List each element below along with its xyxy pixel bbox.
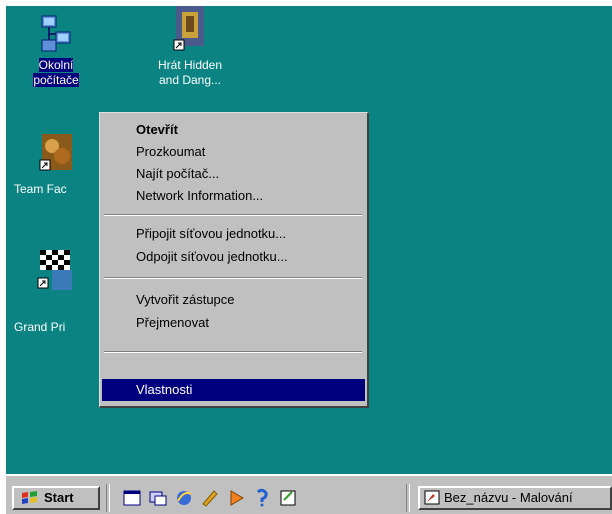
- desktop-icon-team-factory[interactable]: Team Fac: [6, 134, 106, 214]
- taskbar-button-paint[interactable]: Bez_názvu - Malování: [418, 486, 612, 510]
- desktop[interactable]: Okolní počítače Hrát Hidden and Dang...: [6, 6, 612, 474]
- menu-separator: [104, 214, 362, 216]
- start-button[interactable]: Start: [12, 486, 100, 510]
- ie-icon[interactable]: [174, 488, 194, 508]
- menu-item-create-shortcut[interactable]: Vytvořit zástupce: [102, 289, 365, 311]
- menu-item-rename[interactable]: Přejmenovat: [102, 312, 365, 334]
- grand-prix-icon: [37, 250, 72, 290]
- menu-item-disconnect-network-drive[interactable]: Odpojit síťovou jednotku...: [102, 246, 365, 268]
- desktop-icon-hidden-and-dangerous[interactable]: Hrát Hidden and Dang...: [140, 6, 240, 106]
- menu-separator: [104, 277, 362, 279]
- taskbar-divider: [106, 484, 110, 512]
- menu-item-map-network-drive[interactable]: Připojit síťovou jednotku...: [102, 223, 365, 245]
- icon-label-line-2: počítače: [33, 73, 79, 87]
- help-icon[interactable]: [252, 488, 272, 508]
- screen: Okolní počítače Hrát Hidden and Dang...: [0, 0, 612, 514]
- network-neighborhood-icon: [41, 15, 71, 52]
- team-factory-icon: [39, 134, 72, 171]
- taskbar-divider: [406, 484, 410, 512]
- desktop-icon-network-neighborhood[interactable]: Okolní počítače: [6, 10, 106, 110]
- windows-logo-icon: [22, 491, 37, 504]
- notepad-icon[interactable]: [278, 488, 298, 508]
- menu-item-find-computer[interactable]: Najít počítač...: [102, 163, 365, 185]
- show-desktop-icon[interactable]: [122, 488, 142, 508]
- icon-label-line-2: and Dang...: [158, 73, 222, 87]
- icon-label-line-1: Okolní: [38, 58, 74, 72]
- menu-item-open[interactable]: Otevřít: [102, 119, 365, 141]
- taskbar: Start Bez_názvu - Malování: [6, 474, 612, 514]
- start-label: Start: [44, 490, 74, 505]
- context-menu: Otevřít Prozkoumat Najít počítač... Netw…: [99, 112, 369, 408]
- desktop-icon-grand-prix[interactable]: Grand Pri: [6, 250, 106, 334]
- media-icon[interactable]: [226, 488, 246, 508]
- channels-icon[interactable]: [148, 488, 168, 508]
- menu-item-properties[interactable]: Vlastnosti: [102, 379, 365, 401]
- icon-label-line-1: Hrát Hidden: [157, 58, 223, 72]
- outlook-icon[interactable]: [200, 488, 220, 508]
- menu-separator: [104, 351, 362, 353]
- menu-item-network-information[interactable]: Network Information...: [102, 185, 365, 207]
- menu-item-explore[interactable]: Prozkoumat: [102, 141, 365, 163]
- paint-app-icon: [424, 490, 440, 505]
- taskbar-button-label: Bez_názvu - Malování: [444, 490, 573, 505]
- game-shortcut-icon: [173, 6, 204, 51]
